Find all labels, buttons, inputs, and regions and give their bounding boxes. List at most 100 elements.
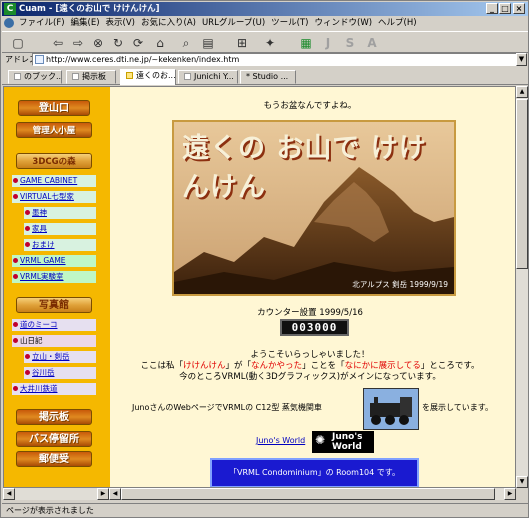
scroll-thumb[interactable]	[516, 99, 528, 269]
forward-icon[interactable]: ⇨	[70, 35, 86, 51]
sidebar-item-label: 山日記	[20, 336, 43, 345]
banner-caption: 北アルプス 剣岳 1999/9/19	[352, 280, 448, 289]
sidebar-item-yama: 山日記	[12, 335, 96, 347]
scroll-up-icon[interactable]: ▲	[516, 86, 528, 98]
sidebar-horizontal-scrollbar[interactable]: ◀ ▶	[3, 488, 109, 500]
back-icon[interactable]: ⇦	[50, 35, 66, 51]
toolbar: ▢ ⇦ ⇨ ⊗ ↻ ⟳ ⌂ ⌕ ▤ ⊞ ✦ ▦ J S A	[2, 31, 528, 53]
sidebar-item-label: GAME CABINET	[20, 176, 78, 185]
page-icon	[72, 73, 79, 80]
sidebar-item-kagu[interactable]: 家具	[24, 223, 96, 235]
sidebar-button-admin[interactable]: 管理人小屋	[16, 122, 92, 138]
menu-window[interactable]: ウィンドウ(W)	[312, 16, 376, 30]
locomotive-image[interactable]	[363, 388, 419, 430]
activex-toggle-icon[interactable]: A	[364, 35, 380, 51]
tab-label: * Studio ...	[246, 72, 289, 81]
sidebar-item-label: 墨神	[32, 208, 47, 217]
sidebar-item-label: 道のミーコ	[20, 320, 58, 329]
title-bar[interactable]: C Cuam - [遠くのお山で けけんけん] _ □ ×	[2, 2, 528, 16]
sidebar-item-label: 家具	[32, 224, 47, 233]
sidebar-item-label: VRML GAME	[20, 256, 66, 265]
address-input[interactable]: http://www.ceres.dti.ne.jp/~kekenken/ind…	[32, 53, 517, 66]
green-grid-icon[interactable]: ▦	[298, 35, 314, 51]
address-dropdown-icon[interactable]: ▼	[516, 53, 527, 66]
search-icon[interactable]: ⌕	[178, 35, 194, 51]
sidebar-item-label: 立山・剣岳	[32, 352, 70, 361]
vertical-scrollbar[interactable]: ▲ ▼	[516, 86, 528, 488]
sidebar-item-tateyama[interactable]: 立山・剣岳	[24, 351, 96, 363]
tab-current[interactable]: 遠くのお...	[120, 69, 176, 85]
minimize-button[interactable]: _	[486, 3, 498, 14]
sidebar-item-label: 大井川鉄道	[20, 384, 58, 393]
browser-window: C Cuam - [遠くのお山で けけんけん] _ □ × ファイル(F) 編集(…	[0, 0, 529, 518]
sidebar-item-oigawa[interactable]: 大井川鉄道	[12, 383, 96, 395]
tile-icon[interactable]: ⊞	[234, 35, 250, 51]
java-toggle-icon[interactable]: J	[320, 35, 336, 51]
page-icon	[14, 73, 21, 80]
scroll-right-icon[interactable]: ▶	[97, 488, 109, 500]
sidebar-item-michi[interactable]: 道のミーコ	[12, 319, 96, 331]
close-button[interactable]: ×	[513, 3, 525, 14]
menu-edit[interactable]: 編集(E)	[68, 16, 103, 30]
bullet-icon	[13, 258, 18, 263]
sidebar-button-post[interactable]: 郵便受	[16, 451, 92, 467]
sidebar-item-vrml-game[interactable]: VRML GAME	[12, 255, 96, 267]
sidebar-item-label: 谷川岳	[32, 368, 55, 377]
menu-file[interactable]: ファイル(F)	[16, 16, 68, 30]
sidebar-item-tanigawa[interactable]: 谷川岳	[24, 367, 96, 379]
bullet-icon	[13, 274, 18, 279]
juno-world-logo[interactable]: ✺ Juno's World	[312, 431, 374, 453]
menu-view[interactable]: 表示(V)	[103, 16, 138, 30]
juno-text-a: JunoさんのWebページでVRMLの C12型 蒸気機関車	[132, 403, 322, 412]
status-bar: ページが表示されました	[2, 503, 528, 518]
menu-help[interactable]: ヘルプ(H)	[375, 16, 420, 30]
scroll-left-icon[interactable]: ◀	[109, 488, 121, 500]
sidebar-item-game-cabinet[interactable]: GAME CABINET	[12, 175, 96, 187]
gear-icon: ✺	[315, 433, 326, 447]
sidebar-button-bus[interactable]: バス停留所	[16, 431, 92, 447]
menu-url-group[interactable]: URLグループ(U)	[199, 16, 268, 30]
sidebar-button-bbs[interactable]: 掲示板	[16, 409, 92, 425]
tab-label: 掲示板	[82, 72, 106, 81]
scroll-right-icon[interactable]: ▶	[504, 488, 516, 500]
maximize-button[interactable]: □	[499, 3, 511, 14]
bullet-icon	[25, 242, 30, 247]
scroll-down-icon[interactable]: ▼	[516, 476, 528, 488]
tab-bar: のブック... 掲示板 遠くのお... Junichi Y... * Studi…	[2, 68, 528, 85]
main-area: もうお盆なんですよね。 遠くの お山で けけんけん 北アルプス 剣岳 1999/…	[110, 87, 515, 487]
scroll-left-icon[interactable]: ◀	[3, 488, 15, 500]
sidebar-item-vrml-lab[interactable]: VRML実験室	[12, 271, 96, 283]
tools-icon[interactable]: ✦	[262, 35, 278, 51]
tab-bbs[interactable]: 掲示板	[66, 70, 116, 84]
sidebar-item-label: VIRTUAL七型家	[20, 192, 74, 201]
tab-junichi[interactable]: Junichi Y...	[178, 70, 238, 84]
sidebar-section-photo[interactable]: 写真館	[16, 297, 92, 313]
tab-bookmarks[interactable]: のブック...	[8, 70, 62, 84]
sidebar-item-virtual[interactable]: VIRTUAL七型家	[12, 191, 96, 203]
sidebar-item-kanji[interactable]: 墨神	[24, 207, 96, 219]
menu-favorites[interactable]: お気に入り(A)	[138, 16, 199, 30]
menu-tools[interactable]: ツール(T)	[268, 16, 311, 30]
new-icon[interactable]: ▢	[10, 35, 26, 51]
tab-studio[interactable]: * Studio ...	[240, 70, 296, 84]
page-icon	[126, 72, 133, 79]
hscroll-thumb[interactable]	[121, 488, 495, 500]
sidebar-section-3dcg[interactable]: 3DCGの森	[16, 153, 92, 169]
refresh-icon[interactable]: ↻	[110, 35, 126, 51]
stop-icon[interactable]: ⊗	[90, 35, 106, 51]
bullet-icon	[13, 178, 18, 183]
sidebar-button-entrance[interactable]: 登山口	[18, 100, 90, 116]
home-icon[interactable]: ⌂	[152, 35, 168, 51]
refresh-all-icon[interactable]: ⟳	[130, 35, 146, 51]
favorites-icon[interactable]: ▤	[200, 35, 216, 51]
vrml-condominium-banner[interactable]: 「VRML Condominium」の Room104 です。	[210, 458, 419, 487]
script-toggle-icon[interactable]: S	[342, 35, 358, 51]
banner-title: 遠くの お山で けけんけん	[182, 133, 427, 203]
bullet-icon	[25, 354, 30, 359]
juno-world-link[interactable]: Juno's World	[256, 436, 305, 445]
bullet-icon	[13, 322, 18, 327]
horizontal-scrollbar[interactable]: ◀ ▶	[109, 488, 516, 500]
sidebar-item-omake[interactable]: おまけ	[24, 239, 96, 251]
juno-logo-text: Juno's World	[332, 432, 363, 452]
app-icon[interactable]: C	[4, 3, 16, 15]
